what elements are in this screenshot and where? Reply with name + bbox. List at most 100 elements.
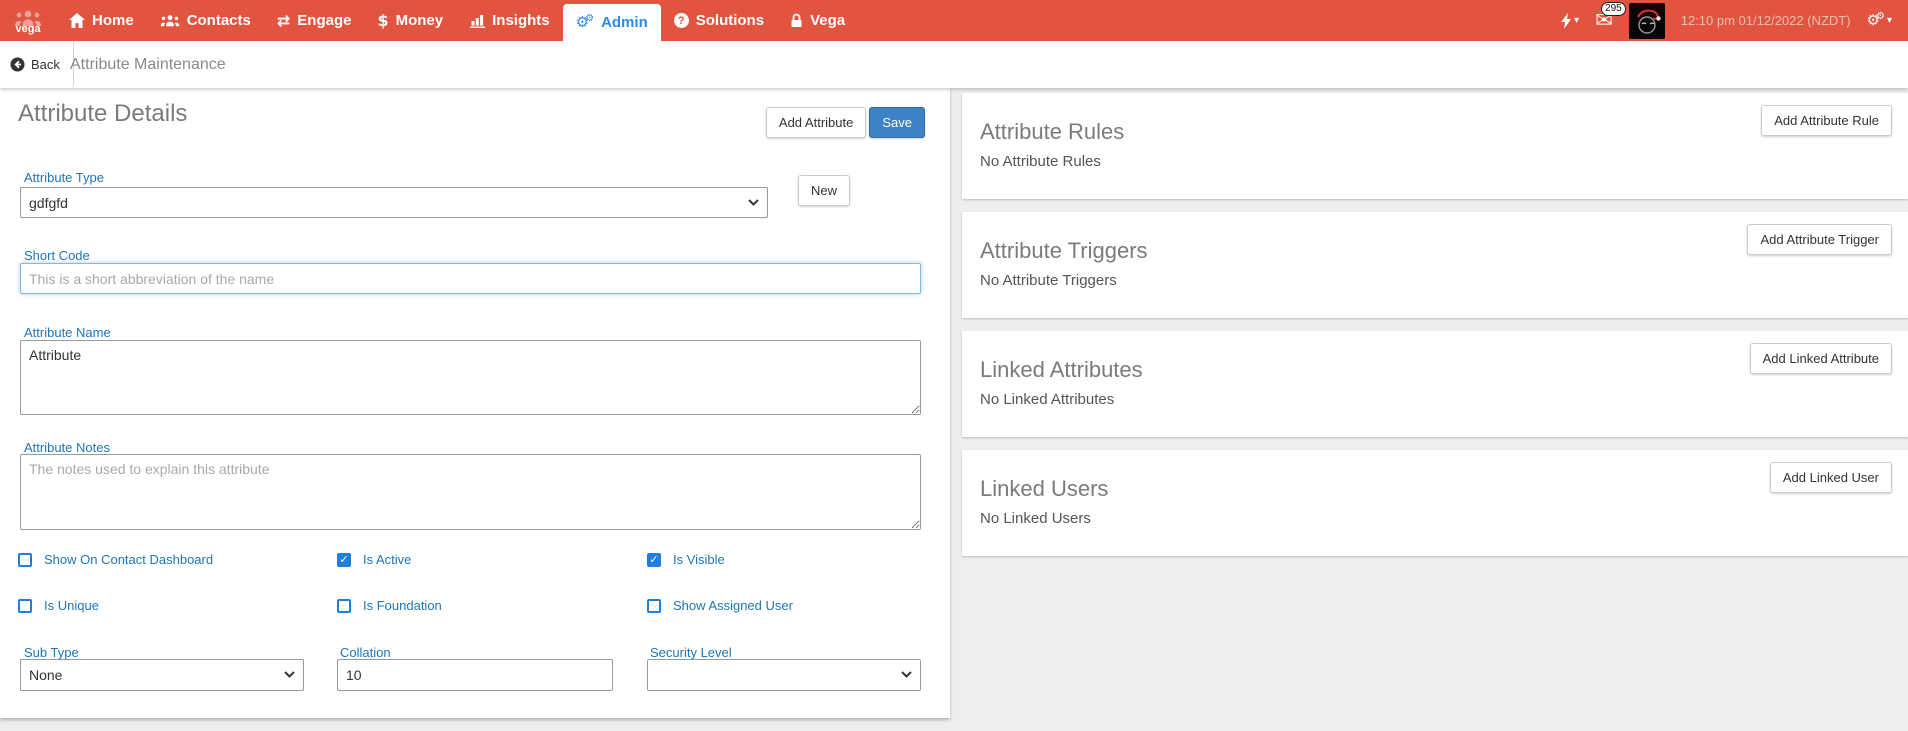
security-level-select-wrap [647,659,921,691]
checkbox-show-on-contact-dashboard[interactable]: Show On Contact Dashboard [18,552,213,567]
nav-item-label: Home [92,12,134,29]
checkbox-is-visible[interactable]: Is Visible [647,552,725,567]
related-panels-column: Attribute Rules No Attribute Rules Add A… [962,93,1908,569]
checkbox-is-unique[interactable]: Is Unique [18,598,99,613]
short-code-label: Short Code [24,248,90,263]
add-linked-user-button[interactable]: Add Linked User [1769,462,1892,493]
nav-item-label: Solutions [695,12,765,29]
checkbox-label: Is Unique [44,598,99,613]
nav-item-engage[interactable]: ⇄ Engage [264,0,365,41]
panel-heading: Attribute Rules [980,119,1125,144]
cogs-icon: ⚙⚙ [575,13,595,31]
nav-item-label: Vega [810,12,846,29]
attribute-rules-panel: Attribute Rules No Attribute Rules Add A… [962,93,1908,199]
attribute-maintenance-page: vega Home Contacts ⇄ Engage $ Money Insi… [0,0,1908,731]
panel-empty-text: No Linked Attributes [980,391,1115,408]
checkbox-is-active[interactable]: Is Active [337,552,411,567]
attribute-name-label: Attribute Name [24,325,111,340]
add-attribute-rule-button[interactable]: Add Attribute Rule [1761,105,1892,136]
navbar-right-tools: ▾ ✉ 295 12:10 pm 01/12/2022 (NZDT) ⚙⚙ ▾ [1561,0,1908,41]
notification-count-badge: 295 [1601,2,1626,16]
security-level-select[interactable] [647,659,921,691]
page-title: Attribute Maintenance [70,56,226,73]
add-attribute-trigger-button[interactable]: Add Attribute Trigger [1747,224,1892,255]
checkbox-show-assigned-user[interactable]: Show Assigned User [647,598,793,613]
linked-attributes-panel: Linked Attributes No Linked Attributes A… [962,331,1908,437]
lightning-bolt-icon [1561,12,1572,29]
short-code-input[interactable] [20,263,921,294]
nav-item-vega[interactable]: Vega [777,0,858,41]
attribute-notes-textarea[interactable] [20,454,921,530]
panel-heading: Linked Attributes [980,357,1143,382]
breadcrumb-bar: Back Attribute Maintenance [0,41,1908,88]
attribute-details-heading: Attribute Details [18,100,188,127]
user-avatar[interactable] [1628,2,1665,39]
back-button-label: Back [31,57,60,72]
nav-item-solutions[interactable]: ? Solutions [661,0,777,41]
nav-item-label: Insights [492,12,550,29]
back-button[interactable]: Back [0,41,74,88]
vega-logo[interactable]: vega [0,0,56,41]
lock-icon [790,13,803,28]
checkbox-icon[interactable] [647,598,661,613]
circle-arrow-left-icon [10,57,25,72]
messages-button[interactable]: ✉ 295 [1595,2,1626,31]
main-menu: Home Contacts ⇄ Engage $ Money Insights … [56,0,858,41]
add-attribute-button[interactable]: Add Attribute [765,107,867,138]
linked-users-panel: Linked Users No Linked Users Add Linked … [962,450,1908,556]
attribute-name-textarea[interactable]: Attribute [20,340,921,415]
gears-icon: ⚙⚙ [1866,10,1885,29]
checkbox-label: Show On Contact Dashboard [44,552,214,567]
nav-item-admin[interactable]: ⚙⚙ Admin [562,4,661,41]
dollar-icon: $ [377,10,389,30]
sub-type-label: Sub Type [24,645,79,660]
attribute-details-panel: Attribute Details Add Attribute Save Att… [0,88,950,718]
attribute-type-label: Attribute Type [24,170,104,185]
collation-input[interactable] [337,659,613,691]
panel-empty-text: No Attribute Rules [980,153,1101,170]
panel-empty-text: No Linked Users [980,510,1091,527]
nav-item-label: Contacts [186,12,251,29]
quick-actions-button[interactable]: ▾ [1561,12,1580,29]
top-navbar: vega Home Contacts ⇄ Engage $ Money Insi… [0,0,1908,41]
datetime-display: 12:10 pm 01/12/2022 (NZDT) [1680,13,1851,28]
users-icon [160,14,180,27]
panel-heading: Attribute Triggers [980,238,1148,263]
save-button[interactable]: Save [869,107,925,138]
nav-item-money[interactable]: $ Money [364,0,456,41]
nav-item-label: Money [395,12,444,29]
new-attribute-type-button[interactable]: New [798,175,851,206]
checkbox-label: Is Active [363,552,412,567]
checkbox-label: Is Visible [673,552,725,567]
checkbox-icon[interactable] [337,552,351,567]
collation-label: Collation [340,645,391,660]
caret-down-icon: ▾ [1574,14,1580,26]
attribute-notes-label: Attribute Notes [24,440,110,455]
panel-actions: Add Attribute Save [765,107,925,138]
attribute-type-select-wrap: gdfgfd [20,187,768,218]
attribute-type-select[interactable]: gdfgfd [20,187,768,218]
panel-heading: Linked Users [980,476,1109,501]
settings-menu-button[interactable]: ⚙⚙ ▾ [1866,10,1892,30]
nav-item-label: Admin [601,14,648,31]
nav-item-contacts[interactable]: Contacts [147,0,264,41]
nav-item-insights[interactable]: Insights [456,0,563,41]
checkbox-is-foundation[interactable]: Is Foundation [337,598,442,613]
nav-item-home[interactable]: Home [56,0,147,41]
panel-empty-text: No Attribute Triggers [980,272,1117,289]
bar-chart-icon [469,14,486,28]
question-circle-icon: ? [673,13,689,28]
sub-type-select-wrap: None [20,659,304,691]
checkbox-icon[interactable] [18,552,32,567]
sub-type-select[interactable]: None [20,659,304,691]
main-content: Attribute Details Add Attribute Save Att… [0,88,1908,731]
checkbox-icon[interactable] [647,552,661,567]
caret-down-icon: ▾ [1886,14,1892,26]
add-linked-attribute-button[interactable]: Add Linked Attribute [1749,343,1892,374]
home-icon [69,13,85,28]
brand-label: vega [15,22,41,35]
checkbox-icon[interactable] [337,598,351,613]
attribute-triggers-panel: Attribute Triggers No Attribute Triggers… [962,212,1908,318]
checkbox-label: Is Foundation [363,598,442,613]
checkbox-icon[interactable] [18,598,32,613]
